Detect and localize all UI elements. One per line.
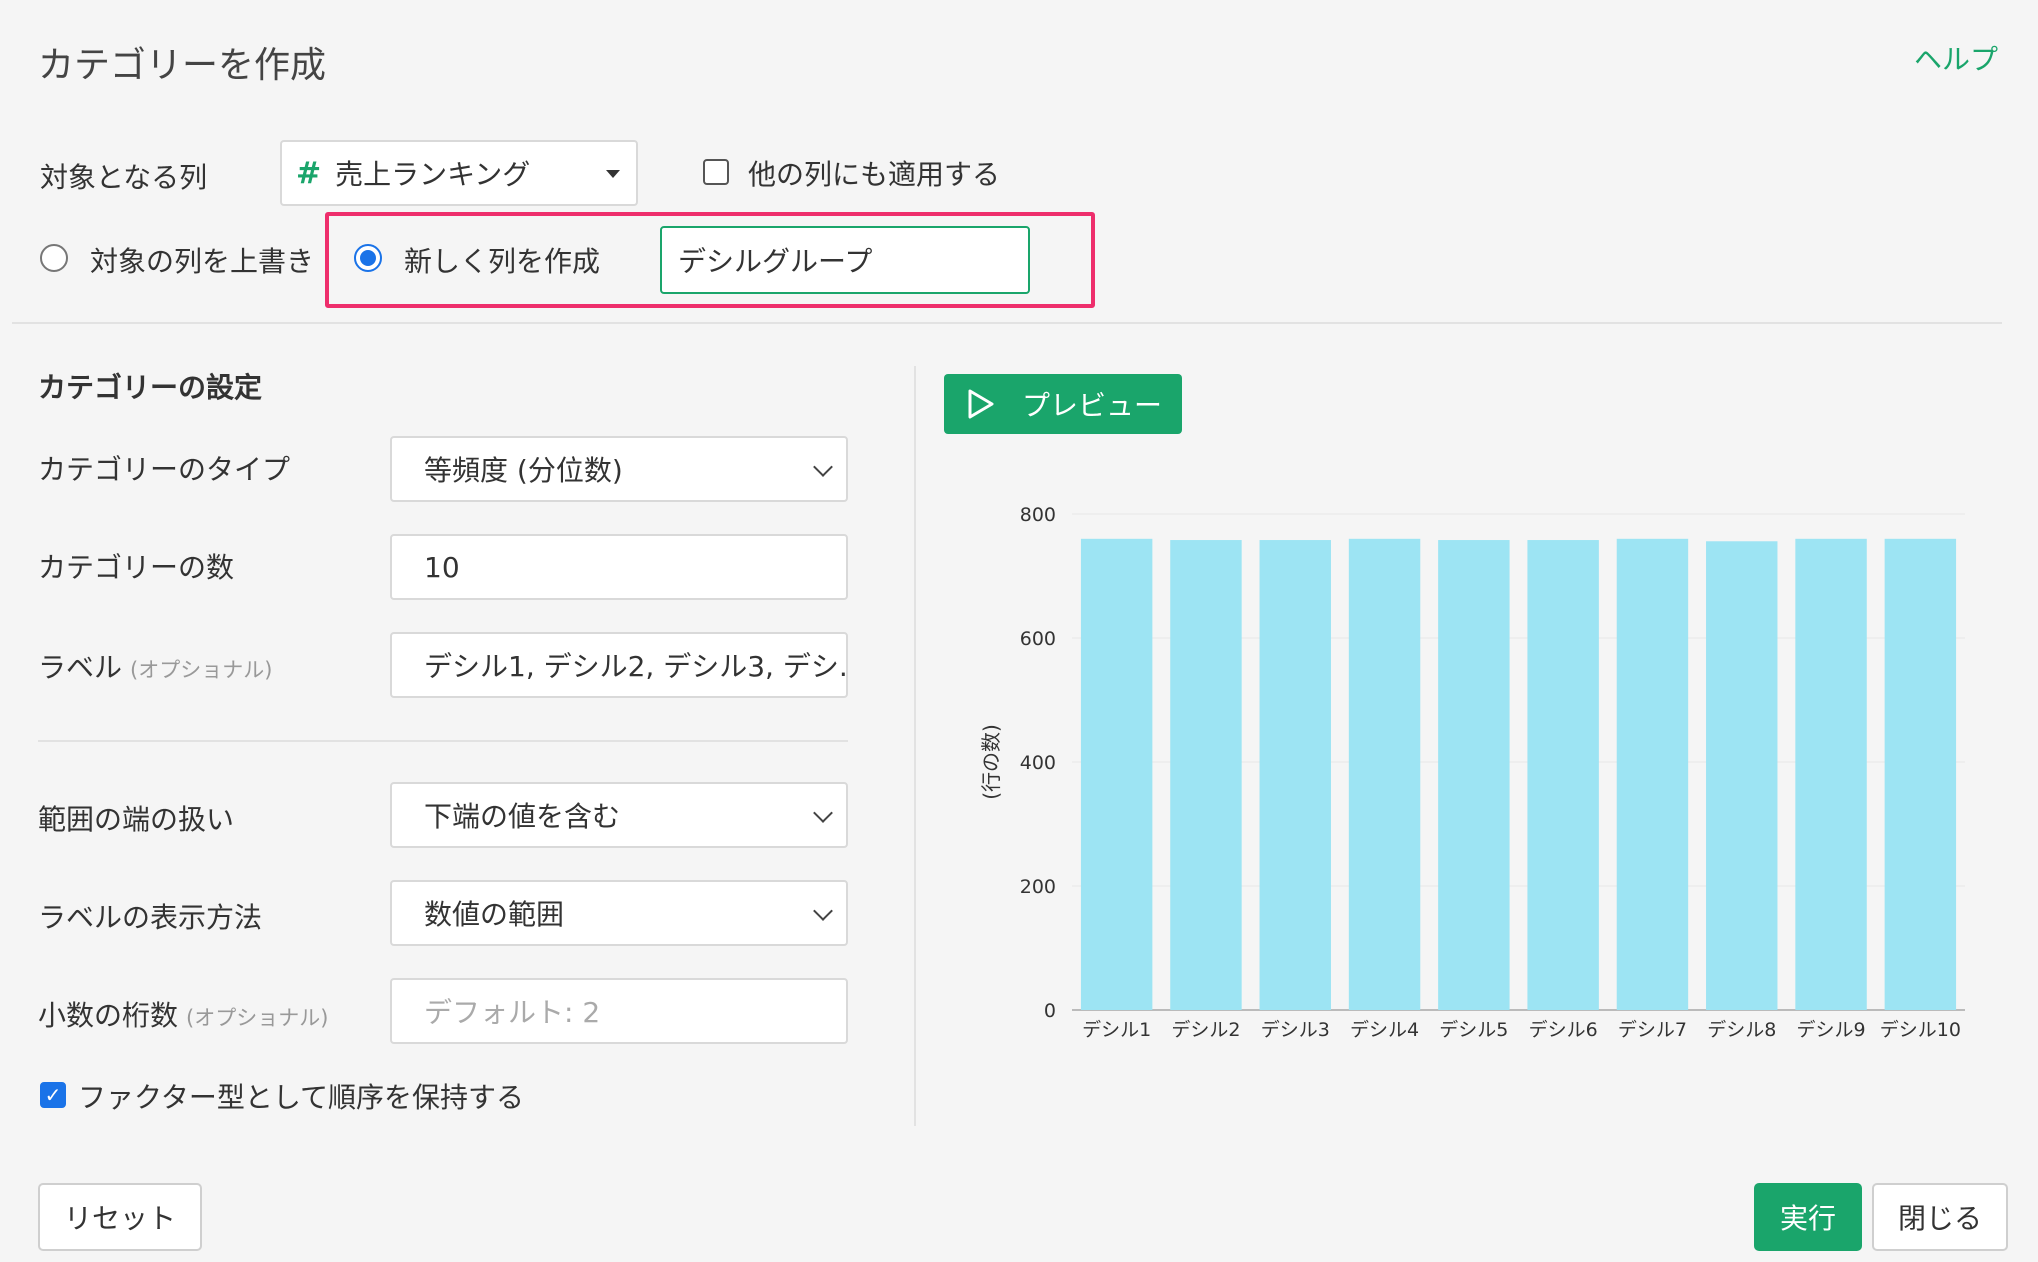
reset-button[interactable]: リセット [38, 1183, 202, 1251]
range-edge-value: 下端の値を含む [424, 800, 621, 833]
preview-button-label: プレビュー [1022, 389, 1163, 422]
numeric-type-icon: # [296, 155, 322, 191]
help-link[interactable]: ヘルプ [1914, 38, 1998, 78]
x-tick-label: デシル4 [1350, 1019, 1419, 1041]
bar [1706, 541, 1778, 1010]
chevron-down-icon [813, 901, 833, 921]
x-tick-label: デシル6 [1529, 1019, 1598, 1041]
dialog-title: カテゴリーを作成 [38, 45, 327, 86]
target-column-value: 売上ランキング [335, 158, 531, 191]
preserve-order-checkbox[interactable]: ✓ [40, 1082, 66, 1108]
y-axis-label: (行の数) [979, 724, 1003, 800]
run-button[interactable]: 実行 [1754, 1183, 1862, 1251]
category-count-label: カテゴリーの数 [38, 551, 235, 584]
overwrite-column-radio[interactable] [40, 244, 68, 272]
x-tick-label: デシル10 [1880, 1019, 1961, 1041]
labels-input[interactable]: デシル1, デシル2, デシル3, デシ. [390, 632, 848, 698]
x-tick-label: デシル5 [1439, 1019, 1508, 1041]
bar [1795, 538, 1867, 1010]
decimal-digits-label-text: 小数の桁数 [38, 999, 179, 1032]
labels-label: ラベル (オプショナル) [38, 646, 272, 686]
x-tick-label: デシル2 [1171, 1019, 1240, 1041]
bar [1259, 540, 1331, 1010]
decimal-digits-placeholder: デフォルト: 2 [424, 996, 601, 1029]
top-divider [12, 322, 2002, 324]
labels-value: デシル1, デシル2, デシル3, デシ. [424, 650, 848, 683]
apply-other-columns-checkbox[interactable] [703, 159, 729, 185]
category-settings-title: カテゴリーの設定 [38, 371, 263, 404]
labels-label-text: ラベル [38, 651, 123, 684]
bar [1527, 540, 1599, 1010]
overwrite-column-label: 対象の列を上書き [90, 245, 315, 278]
labels-optional-note: (オプショナル) [130, 658, 273, 682]
settings-divider [38, 740, 848, 742]
new-column-radio[interactable] [354, 244, 382, 272]
decimal-optional-note: (オプショナル) [186, 1006, 329, 1030]
x-tick-label: デシル7 [1618, 1019, 1687, 1041]
y-tick-label: 600 [1020, 628, 1056, 650]
decimal-digits-input[interactable]: デフォルト: 2 [390, 978, 848, 1044]
new-column-name-input[interactable] [660, 226, 1030, 294]
bar [1438, 540, 1510, 1010]
bar [1170, 540, 1242, 1010]
target-column-label: 対象となる列 [40, 161, 208, 194]
x-tick-label: デシル8 [1707, 1019, 1776, 1041]
y-tick-label: 0 [1044, 1000, 1056, 1022]
chevron-down-icon [813, 457, 833, 477]
category-type-label: カテゴリーのタイプ [38, 453, 291, 486]
range-edge-select[interactable]: 下端の値を含む [390, 782, 848, 848]
category-count-value: 10 [424, 550, 460, 584]
category-count-input[interactable]: 10 [390, 534, 848, 600]
close-button[interactable]: 閉じる [1872, 1183, 2008, 1251]
category-type-select[interactable]: 等頻度 (分位数) [390, 436, 848, 502]
caret-down-icon [606, 170, 620, 178]
x-tick-label: デシル1 [1082, 1019, 1151, 1041]
x-tick-label: デシル9 [1797, 1019, 1866, 1041]
range-edge-label: 範囲の端の扱い [38, 803, 235, 836]
preserve-order-label: ファクター型として順序を保持する [78, 1081, 525, 1114]
x-tick-label: デシル3 [1261, 1019, 1330, 1041]
chevron-down-icon [813, 803, 833, 823]
bar [1884, 538, 1957, 1010]
label-display-value: 数値の範囲 [424, 898, 565, 931]
label-display-label: ラベルの表示方法 [38, 901, 263, 934]
label-display-select[interactable]: 数値の範囲 [390, 880, 848, 946]
preview-chart: 0 200 400 600 800 デシル1 デシル2 デシル3 デシル4 デシル5 デシル6 デシル… [979, 504, 1965, 1041]
category-type-value: 等頻度 (分位数) [424, 454, 623, 487]
target-column-select[interactable]: # 売上ランキング [280, 140, 638, 206]
y-tick-label: 200 [1020, 876, 1056, 898]
play-icon [968, 389, 994, 419]
new-column-label: 新しく列を作成 [404, 245, 601, 278]
preview-button[interactable]: プレビュー [944, 374, 1182, 434]
y-tick-label: 800 [1020, 504, 1056, 526]
bar [1616, 538, 1689, 1010]
apply-other-columns-label: 他の列にも適用する [748, 158, 1001, 191]
panel-divider [914, 366, 916, 1126]
bar [1080, 538, 1153, 1010]
bar [1348, 538, 1421, 1010]
decimal-digits-label: 小数の桁数 (オプショナル) [38, 994, 328, 1034]
y-tick-label: 400 [1020, 752, 1056, 774]
